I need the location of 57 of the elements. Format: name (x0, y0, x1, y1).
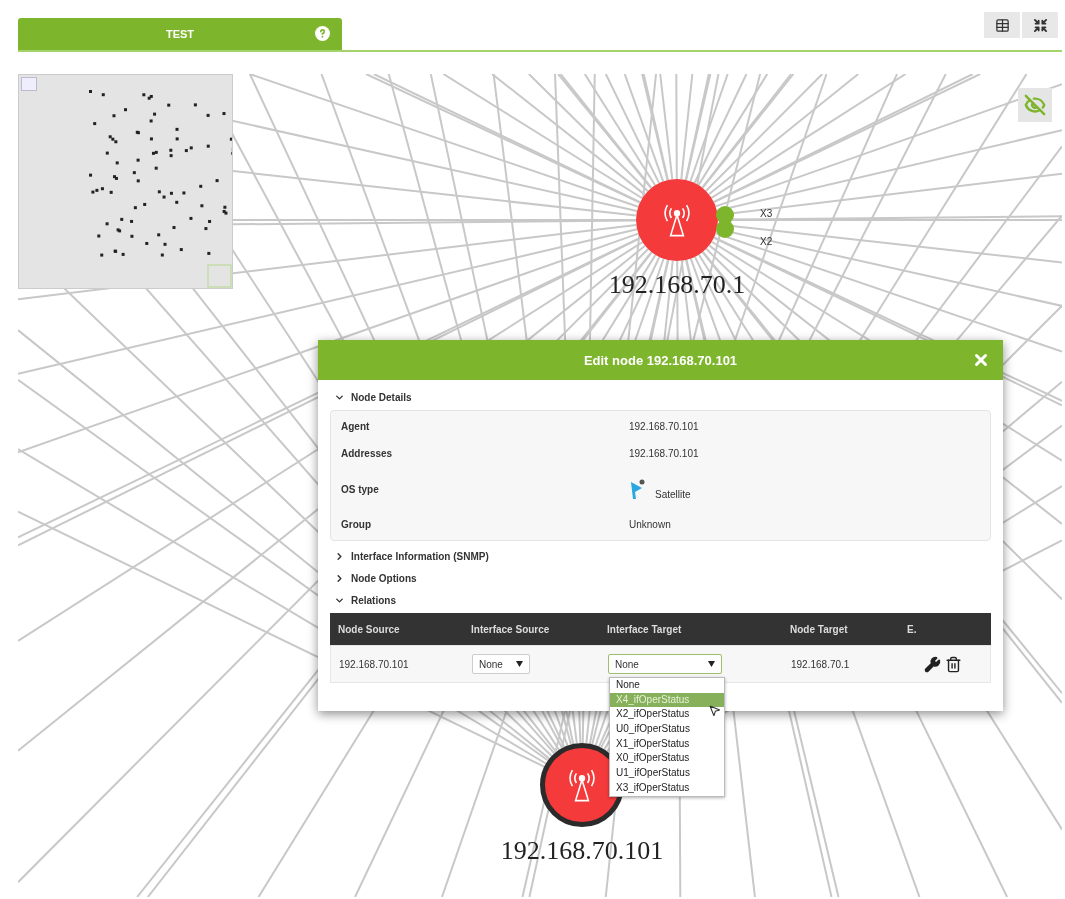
antenna-icon (566, 767, 598, 803)
field-label: Agent (341, 421, 371, 432)
column-header: Interface Source (471, 623, 551, 635)
dropdown-option[interactable]: X0_ifOperStatus (610, 751, 724, 767)
eye-off-icon (1024, 94, 1046, 116)
wrench-icon[interactable] (924, 655, 941, 673)
table-cell-text: 192.168.70.101 (339, 658, 410, 670)
table-view-button[interactable] (984, 12, 1020, 38)
column-header: Node Target (790, 623, 849, 635)
node-label: 192.168.70.101 (500, 836, 664, 866)
shrink-button[interactable] (1022, 12, 1058, 38)
dropdown-option[interactable]: U0_ifOperStatus (610, 722, 724, 737)
section-title: Interface Information (SNMP) (351, 550, 489, 562)
field-value: 192.168.70.101 (629, 448, 700, 459)
section-header[interactable]: Relations (330, 589, 991, 611)
section-header[interactable]: Node Options (330, 567, 991, 589)
column-header: E. (907, 623, 918, 635)
field-label: OS type (341, 483, 380, 495)
port-label: X2 (760, 236, 773, 247)
field-value: Unknown (629, 519, 672, 530)
field-value: Satellite (655, 489, 691, 500)
section-header[interactable]: Interface Information (SNMP) (330, 545, 991, 567)
help-icon[interactable] (315, 26, 330, 41)
section-title: Node Options (351, 572, 417, 584)
chevron-right-icon (334, 572, 345, 584)
port-dot[interactable] (716, 220, 734, 238)
node-circle[interactable] (636, 179, 718, 261)
table-icon (994, 17, 1010, 33)
node-label: 192.168.70.1 (608, 270, 746, 300)
table-cell-text: 192.168.70.1 (791, 658, 851, 670)
dropdown-option[interactable]: U1_ifOperStatus (610, 766, 724, 781)
shrink-icon (1032, 17, 1048, 33)
dropdown-option[interactable]: X2_ifOperStatus (610, 707, 724, 723)
chevron-right-icon (334, 550, 345, 562)
caret-icon (516, 661, 523, 667)
port-label: X3 (760, 208, 773, 219)
section-title: Node Details (351, 391, 412, 403)
interface-source-select[interactable]: None (472, 654, 530, 674)
close-icon (972, 351, 990, 369)
dialog-title: Edit node 192.168.70.101 (583, 352, 738, 368)
caret-icon (708, 661, 715, 667)
dropdown-option[interactable]: None (610, 678, 724, 693)
viewport-frame (207, 264, 232, 288)
field-label: Addresses (341, 448, 394, 459)
mouse-pointer-icon (708, 704, 721, 717)
field-label: Group (341, 519, 372, 530)
section-header[interactable]: Node Details (330, 386, 991, 408)
hide-button[interactable] (1018, 88, 1052, 122)
tab-label: TEST (165, 28, 195, 40)
section-title: Relations (351, 594, 396, 606)
satellite-icon (629, 478, 647, 500)
minimap-toggle-icon[interactable] (21, 77, 37, 91)
column-header: Interface Target (607, 623, 683, 635)
field-value: 192.168.70.101 (629, 421, 700, 432)
trash-icon[interactable] (945, 655, 962, 673)
antenna-icon (661, 202, 693, 238)
column-header: Node Source (338, 623, 401, 635)
